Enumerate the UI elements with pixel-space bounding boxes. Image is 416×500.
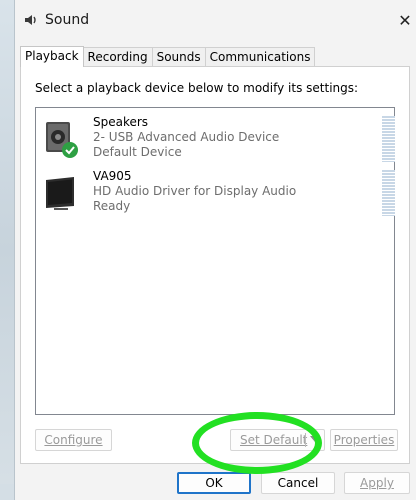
highlight-circle <box>192 412 322 474</box>
volume-meter <box>382 170 395 216</box>
device-item-speakers[interactable]: Speakers 2- USB Advanced Audio Device De… <box>36 114 395 166</box>
title-bar[interactable]: Sound ✕ <box>15 0 416 40</box>
ok-label: OK <box>205 476 223 490</box>
tab-communications[interactable]: Communications <box>204 47 316 66</box>
properties-button[interactable]: Properties <box>330 429 398 451</box>
configure-label: Configure <box>44 433 103 447</box>
window-title: Sound <box>45 12 90 28</box>
tab-playback[interactable]: Playback <box>20 46 84 67</box>
close-icon: ✕ <box>398 10 412 30</box>
device-item-va905[interactable]: VA905 HD Audio Driver for Display Audio … <box>36 168 395 220</box>
tab-sounds[interactable]: Sounds <box>151 47 206 66</box>
device-name: Speakers <box>93 115 149 129</box>
ok-button[interactable]: OK <box>177 472 251 494</box>
device-list[interactable]: Speakers 2- USB Advanced Audio Device De… <box>35 107 395 415</box>
cancel-button[interactable]: Cancel <box>261 472 335 494</box>
device-description: HD Audio Driver for Display Audio <box>93 184 297 198</box>
device-description: 2- USB Advanced Audio Device <box>93 130 280 144</box>
apply-button[interactable]: Apply <box>344 472 410 494</box>
apply-label: Apply <box>360 476 394 490</box>
sound-app-icon <box>23 12 39 28</box>
device-name: VA905 <box>93 169 132 183</box>
device-status: Default Device <box>93 145 182 159</box>
monitor-icon <box>44 172 80 212</box>
playback-panel: Select a playback device below to modify… <box>20 66 410 464</box>
volume-meter <box>382 116 395 162</box>
close-button[interactable]: ✕ <box>394 6 416 34</box>
speaker-icon <box>44 118 80 158</box>
cancel-label: Cancel <box>277 476 319 490</box>
instruction-text: Select a playback device below to modify… <box>35 81 359 95</box>
configure-button[interactable]: Configure <box>35 429 112 451</box>
tab-strip: Playback Recording Sounds Communications <box>20 46 316 67</box>
tab-recording[interactable]: Recording <box>82 47 153 66</box>
device-status: Ready <box>93 199 131 213</box>
properties-label: Properties <box>333 433 395 447</box>
